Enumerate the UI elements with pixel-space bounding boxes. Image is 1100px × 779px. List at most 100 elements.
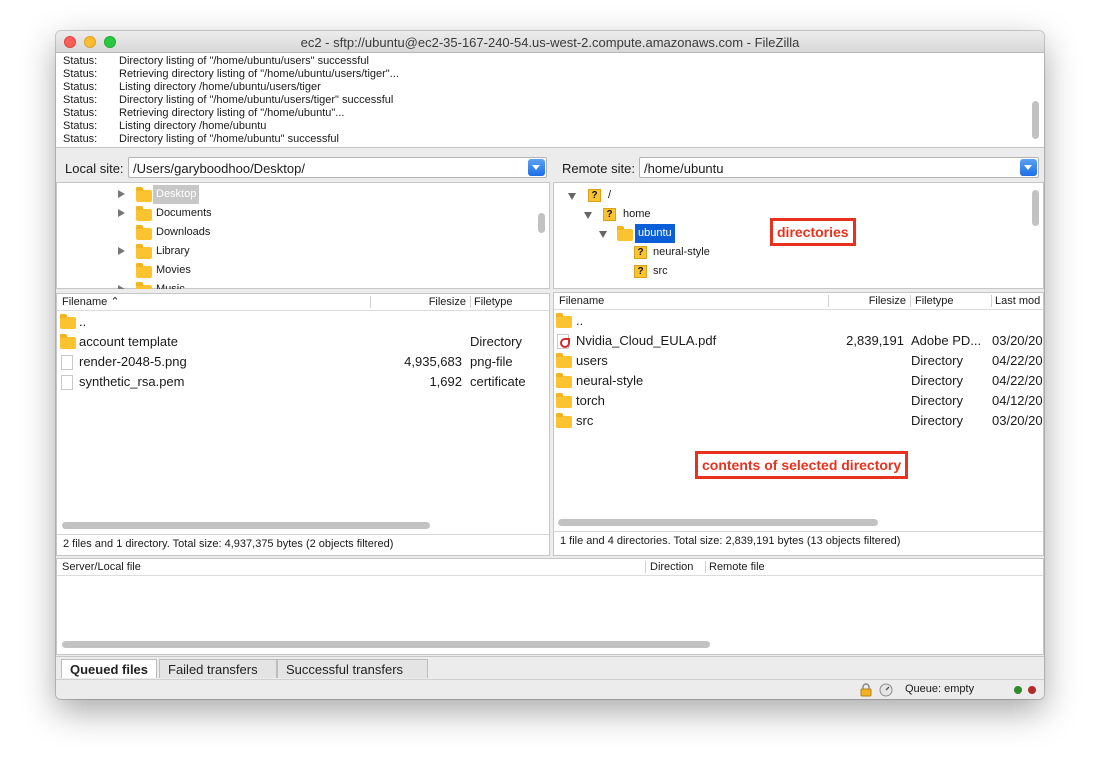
collapse-arrow-icon[interactable]	[599, 231, 607, 238]
file-row[interactable]: neural-style Directory 04/22/20	[554, 371, 1043, 391]
folder-icon	[136, 263, 152, 278]
folder-icon	[60, 314, 76, 329]
local-tree-scrollbar[interactable]	[538, 213, 545, 233]
file-row[interactable]: synthetic_rsa.pem 1,692 certificate	[57, 372, 549, 392]
file-icon	[61, 355, 73, 370]
remote-path-combobox[interactable]: /home/ubuntu	[639, 157, 1039, 178]
tree-item-downloads[interactable]: Downloads	[57, 223, 537, 242]
local-site-bar: Local site: /Users/garyboodhoo/Desktop/	[56, 153, 550, 182]
folder-icon	[136, 187, 152, 202]
column-divider[interactable]	[991, 295, 992, 307]
local-tree: Desktop Documents Downloads Library Movi…	[56, 182, 550, 289]
remote-tree-scrollbar[interactable]	[1032, 190, 1039, 226]
queue-scrollbar[interactable]	[62, 641, 710, 648]
transfer-indicator-icon	[1028, 686, 1036, 694]
tree-item-desktop[interactable]: Desktop	[57, 185, 537, 204]
connected-indicator-icon	[1014, 686, 1022, 694]
title-bar: ec2 - sftp://ubuntu@ec2-35-167-240-54.us…	[56, 31, 1044, 53]
file-row[interactable]: ..	[57, 312, 549, 332]
local-site-label: Local site:	[65, 161, 124, 176]
column-filename[interactable]: Filename	[559, 293, 604, 310]
file-row[interactable]: users Directory 04/22/20	[554, 351, 1043, 371]
column-divider[interactable]	[705, 561, 706, 573]
column-filesize[interactable]: Filesize	[377, 294, 466, 311]
tree-item-documents[interactable]: Documents	[57, 204, 537, 223]
tree-item-movies[interactable]: Movies	[57, 261, 537, 280]
unknown-folder-icon: ?	[603, 208, 616, 221]
collapse-arrow-icon[interactable]	[568, 193, 576, 200]
tree-item-music[interactable]: Music	[57, 280, 537, 289]
folder-icon	[556, 353, 572, 368]
local-file-list: Filename ⌃ Filesize Filetype .. account …	[56, 293, 550, 556]
local-status-line: 2 files and 1 directory. Total size: 4,9…	[57, 534, 549, 552]
folder-icon	[556, 373, 572, 388]
column-server-local-file[interactable]: Server/Local file	[62, 559, 141, 576]
chevron-down-icon[interactable]	[528, 159, 545, 176]
column-divider[interactable]	[470, 296, 471, 308]
column-divider[interactable]	[910, 295, 911, 307]
column-filename[interactable]: Filename ⌃	[62, 294, 120, 311]
sort-ascending-icon: ⌃	[110, 296, 120, 308]
log-row: Status: Retrieving directory listing of "…	[63, 68, 399, 80]
queue-tabs: Queued files Failed transfers Successful…	[56, 656, 1044, 679]
chevron-down-icon[interactable]	[1020, 159, 1037, 176]
expand-arrow-icon[interactable]	[118, 209, 125, 217]
tree-item-library[interactable]: Library	[57, 242, 537, 261]
log-row: Status: Listing directory /home/ubuntu	[63, 120, 267, 132]
column-divider[interactable]	[370, 296, 371, 308]
folder-icon	[617, 226, 633, 241]
log-row: Status: Listing directory /home/ubuntu/us…	[63, 81, 321, 93]
transfer-queue: Server/Local file Direction Remote file	[56, 558, 1044, 655]
tab-successful-transfers[interactable]: Successful transfers	[277, 659, 428, 678]
window-title: ec2 - sftp://ubuntu@ec2-35-167-240-54.us…	[300, 35, 800, 50]
filezilla-window: ec2 - sftp://ubuntu@ec2-35-167-240-54.us…	[56, 31, 1044, 699]
folder-icon	[136, 244, 152, 259]
file-row[interactable]: torch Directory 04/12/20	[554, 391, 1043, 411]
file-row[interactable]: Nvidia_Cloud_EULA.pdf 2,839,191 Adobe PD…	[554, 331, 1043, 351]
unknown-folder-icon: ?	[588, 189, 601, 202]
local-list-header: Filename ⌃ Filesize Filetype	[57, 294, 549, 311]
tree-item-root[interactable]: ? /	[554, 186, 1030, 205]
unknown-folder-icon: ?	[634, 246, 647, 259]
local-path-combobox[interactable]: /Users/garyboodhoo/Desktop/	[128, 157, 547, 178]
file-icon	[61, 375, 73, 390]
queue-status: Queue: empty	[905, 683, 975, 695]
log-row: Status: Retrieving directory listing of "…	[63, 107, 345, 119]
column-remote-file[interactable]: Remote file	[709, 559, 765, 576]
lock-icon	[860, 683, 872, 697]
remote-site-bar: Remote site: /home/ubuntu	[553, 153, 1044, 182]
log-scrollbar[interactable]	[1032, 101, 1039, 139]
column-filesize[interactable]: Filesize	[834, 293, 906, 310]
folder-icon	[60, 334, 76, 349]
tab-failed-transfers[interactable]: Failed transfers	[159, 659, 277, 678]
expand-arrow-icon[interactable]	[118, 285, 125, 289]
column-last-modified[interactable]: Last mod	[995, 293, 1040, 310]
speed-limit-icon[interactable]	[879, 683, 893, 697]
column-direction[interactable]: Direction	[650, 559, 693, 576]
file-row[interactable]: ..	[554, 311, 1043, 331]
remote-list-scrollbar[interactable]	[558, 519, 878, 526]
file-row[interactable]: src Directory 03/20/20	[554, 411, 1043, 431]
remote-path-value: /home/ubuntu	[644, 161, 724, 176]
expand-arrow-icon[interactable]	[118, 190, 125, 198]
remote-status-line: 1 file and 4 directories. Total size: 2,…	[554, 531, 1043, 549]
remote-list-header: Filename Filesize Filetype Last mod	[554, 293, 1043, 310]
tree-item-src[interactable]: ? src	[554, 262, 1030, 281]
column-divider[interactable]	[828, 295, 829, 307]
folder-icon	[136, 282, 152, 289]
log-row: Status: Directory listing of "/home/ubunt…	[63, 133, 339, 145]
column-filetype[interactable]: Filetype	[474, 294, 513, 311]
expand-arrow-icon[interactable]	[118, 247, 125, 255]
local-path-value: /Users/garyboodhoo/Desktop/	[133, 161, 305, 176]
collapse-arrow-icon[interactable]	[584, 212, 592, 219]
file-row[interactable]: account template Directory	[57, 332, 549, 352]
log-row: Status: Directory listing of "/home/ubunt…	[63, 55, 369, 67]
file-row[interactable]: render-2048-5.png 4,935,683 png-file	[57, 352, 549, 372]
pdf-icon	[557, 334, 570, 349]
local-list-scrollbar[interactable]	[62, 522, 430, 529]
column-filetype[interactable]: Filetype	[915, 293, 954, 310]
tab-queued-files[interactable]: Queued files	[61, 659, 158, 678]
folder-icon	[136, 206, 152, 221]
annotation-contents: contents of selected directory	[695, 451, 909, 479]
column-divider[interactable]	[645, 561, 646, 573]
